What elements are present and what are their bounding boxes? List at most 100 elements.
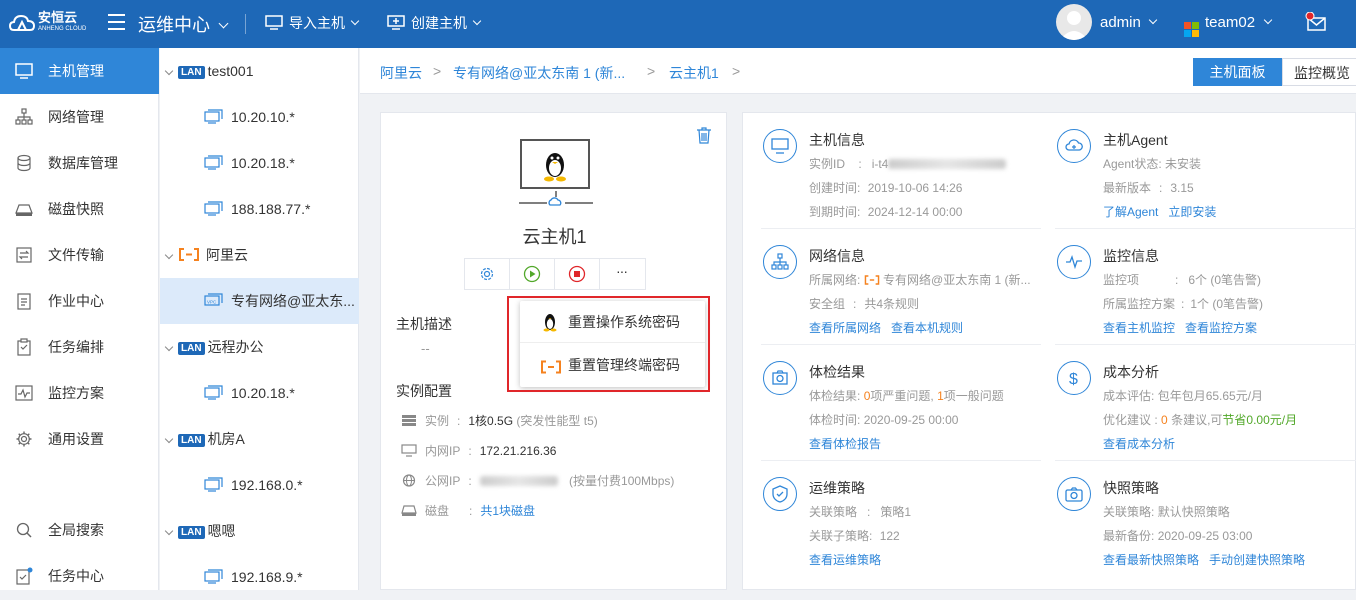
sidebar-item-global-search[interactable]: 全局搜索: [0, 507, 159, 553]
serious-text: 项严重问题,: [870, 389, 934, 403]
health-time-value: 2020-09-25 00:00: [863, 413, 959, 427]
top-bar: 安恒云 ANHENG CLOUD 运维中心 导入主机 创建主机 admin te…: [0, 0, 1356, 48]
breadcrumb-separator: >: [433, 63, 442, 79]
normal-count: 1: [937, 389, 944, 403]
add-monitor-icon: [387, 15, 405, 30]
tree-node-host[interactable]: 188.188.77.*: [160, 186, 359, 232]
reset-terminal-password-item[interactable]: 重置管理终端密码: [520, 344, 705, 386]
colon: :: [468, 444, 472, 458]
sidebar-item-network[interactable]: 网络管理: [0, 94, 159, 140]
view-host-monitor-link[interactable]: 查看主机监控: [1103, 321, 1175, 335]
disk-icon: [15, 204, 33, 216]
instance-note: (突发性能型 t5): [516, 414, 598, 428]
tree-node-host[interactable]: 192.168.9.*: [160, 554, 359, 600]
private-ip-row: 内网IP:172.21.216.36: [401, 442, 556, 459]
cost-eval-row: 成本评估: 包年包月65.65元/月: [1103, 389, 1264, 403]
mail-icon[interactable]: [1305, 12, 1327, 32]
health-result-label: 体检结果: [809, 389, 858, 403]
tree-node-lan[interactable]: LAN 远程办公: [160, 324, 359, 370]
sidebar-item-settings[interactable]: 通用设置: [0, 416, 159, 462]
monitor-items-row: 监控项:6个 (0笔告警): [1103, 273, 1262, 287]
expand-arrow-icon: [164, 66, 174, 76]
colon: :: [457, 414, 461, 428]
delete-icon[interactable]: [696, 127, 712, 144]
breadcrumb-item[interactable]: 阿里云: [380, 63, 422, 83]
install-agent-link[interactable]: 立即安装: [1168, 205, 1216, 219]
start-button[interactable]: [510, 259, 555, 289]
sidebar-item-monitor-plan[interactable]: 监控方案: [0, 370, 159, 416]
sidebar: 主机管理 网络管理 数据库管理 磁盘快照 文件传输 作业中心 任务编排 监控方案…: [0, 48, 159, 590]
stop-button[interactable]: [555, 259, 600, 289]
learn-agent-link[interactable]: 了解Agent: [1103, 205, 1158, 219]
sidebar-item-database[interactable]: 数据库管理: [0, 140, 159, 186]
settings-button[interactable]: [465, 259, 510, 289]
host-icon: [204, 477, 223, 492]
sidebar-item-host-management[interactable]: 主机管理: [0, 48, 159, 94]
health-section: 体检结果 体检结果: 0项严重问题, 1项一般问题 体检时间: 2020-09-…: [763, 361, 1043, 471]
host-tree: LAN test001 10.20.10.* 10.20.18.* 188.188…: [160, 48, 359, 590]
vpc-icon: VPC: [204, 293, 223, 306]
sidebar-item-file-transfer[interactable]: 文件传输: [0, 232, 159, 278]
view-health-report-link[interactable]: 查看体检报告: [809, 437, 881, 451]
more-button[interactable]: ···: [600, 259, 645, 289]
health-result-row: 体检结果: 0项严重问题, 1项一般问题: [809, 389, 1004, 403]
create-host-label: 创建主机: [411, 15, 467, 31]
cost-opt-label: 优化建议: [1103, 413, 1152, 427]
linux-host-icon: [520, 139, 590, 189]
tab-monitor-overview[interactable]: 监控概览: [1282, 58, 1356, 86]
network-icon: [763, 245, 797, 279]
monitor-links: 查看主机监控 查看监控方案: [1103, 319, 1257, 336]
tree-node-host[interactable]: 10.20.18.*: [160, 140, 359, 186]
agent-links: 了解Agent 立即安装: [1103, 203, 1216, 220]
view-ops-policy-link[interactable]: 查看运维策略: [809, 553, 881, 567]
instance-id-row: 实例ID : i-t4: [809, 155, 1007, 172]
agent-status-row: Agent状态: 未安装: [1103, 157, 1202, 171]
team-name: team02: [1205, 14, 1256, 31]
import-host-button[interactable]: 导入主机: [265, 13, 360, 33]
sidebar-item-disk-snapshot[interactable]: 磁盘快照: [0, 186, 159, 232]
database-icon: [17, 154, 31, 172]
tree-node-lan[interactable]: LAN test001: [160, 48, 359, 94]
create-snapshot-policy-link[interactable]: 手动创建快照策略: [1209, 553, 1305, 567]
team-switcher[interactable]: team02: [1184, 14, 1273, 37]
sidebar-item-task-orchestration[interactable]: 任务编排: [0, 324, 159, 370]
breadcrumb-item[interactable]: 云主机1: [669, 63, 719, 83]
file-transfer-icon: [16, 247, 32, 263]
task-icon: [17, 338, 31, 356]
server-icon: [402, 415, 416, 426]
expire-label: 到期时间: [809, 205, 858, 219]
view-network-link[interactable]: 查看所属网络: [809, 321, 881, 335]
cost-links: 查看成本分析: [1103, 435, 1175, 452]
breadcrumb-separator: >: [732, 63, 741, 79]
tree-node-cloud[interactable]: 阿里云: [160, 232, 359, 278]
view-snapshot-policy-link[interactable]: 查看最新快照策略: [1103, 553, 1199, 567]
tree-node-host[interactable]: 192.168.0.*: [160, 462, 359, 508]
health-links: 查看体检报告: [809, 435, 881, 452]
app-title-dropdown[interactable]: 运维中心: [138, 11, 229, 37]
create-host-button[interactable]: 创建主机: [387, 13, 482, 33]
host-action-group: ···: [464, 258, 646, 290]
reset-os-password-item[interactable]: 重置操作系统密码: [520, 301, 705, 343]
disk-link[interactable]: 共1块磁盘: [480, 504, 535, 518]
tree-node-vpc[interactable]: VPC 专有网络@亚太东...: [160, 278, 359, 324]
tree-node-host[interactable]: 10.20.10.*: [160, 94, 359, 140]
ops-sub-label: 关联子策略: [809, 529, 870, 543]
sg-value: 共4条规则: [864, 297, 920, 311]
host-info-section: 主机信息 实例ID : i-t4 创建时间: 2019-10-06 14:26 到…: [763, 129, 1043, 239]
tree-node-lan[interactable]: LAN 机房A: [160, 416, 359, 462]
tree-node-host[interactable]: 10.20.18.*: [160, 370, 359, 416]
hamburger-menu-icon[interactable]: [108, 14, 125, 31]
view-monitor-plan-link[interactable]: 查看监控方案: [1185, 321, 1257, 335]
colon: :: [469, 504, 473, 518]
lan-badge: LAN: [178, 342, 205, 355]
section-title: 快照策略: [1103, 480, 1159, 496]
sidebar-item-task-center[interactable]: 任务中心: [0, 553, 159, 599]
tree-node-lan[interactable]: LAN 嗯嗯: [160, 508, 359, 554]
tree-node-label: 192.168.0.*: [231, 477, 303, 493]
breadcrumb-item[interactable]: 专有网络@亚太东南 1 (新...: [453, 63, 625, 83]
instance-label: 实例: [425, 414, 450, 428]
view-rules-link[interactable]: 查看本机规则: [891, 321, 963, 335]
sidebar-item-job-center[interactable]: 作业中心: [0, 278, 159, 324]
view-cost-link[interactable]: 查看成本分析: [1103, 437, 1175, 451]
tab-host-panel[interactable]: 主机面板: [1193, 58, 1282, 86]
